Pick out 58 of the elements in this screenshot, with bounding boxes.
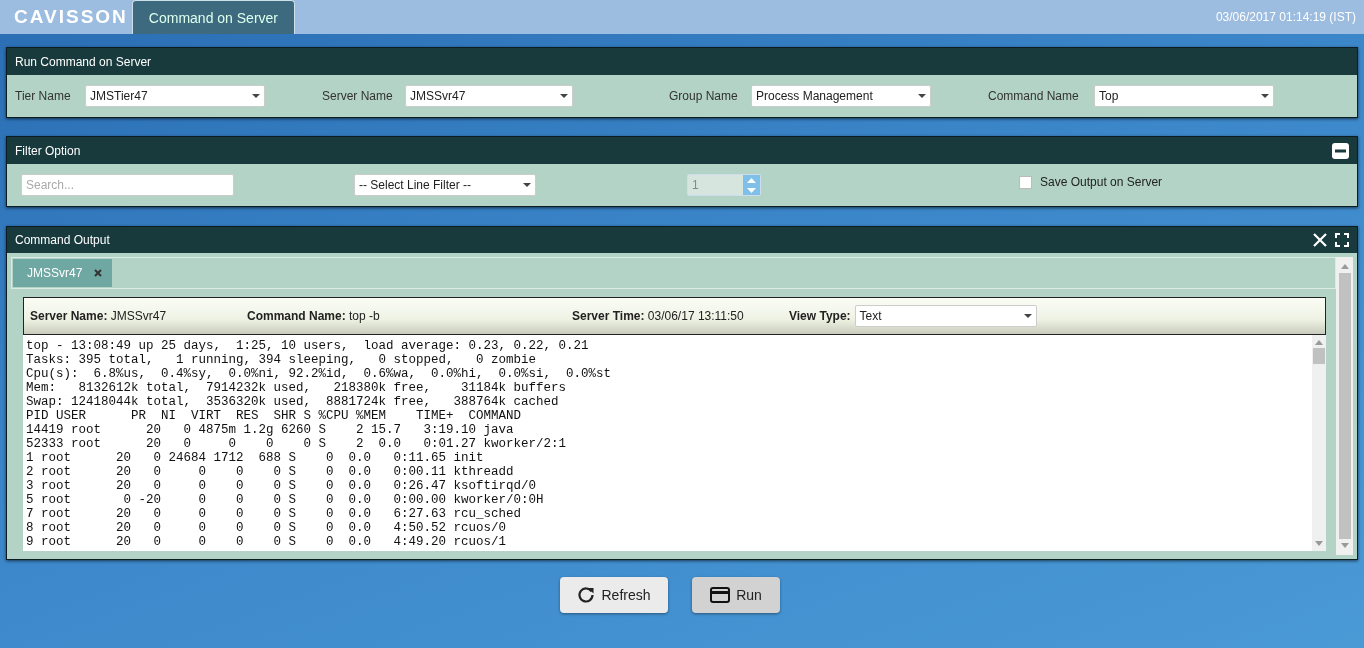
output-line: 8 root 20 0 0 0 0 S 0 0.0 4:50.52 rcuos/0 [26, 521, 508, 535]
field-label: View Type: [789, 308, 851, 325]
field-label: Tier Name [15, 88, 72, 105]
scroll-up-icon[interactable] [1340, 263, 1349, 269]
field-label: Command Name [988, 88, 1080, 105]
fullscreen-icon[interactable] [1335, 233, 1349, 247]
dropdown[interactable]: Process Management [751, 85, 931, 107]
checkbox-label: Save Output on Server [1040, 174, 1163, 191]
scroll-thumb[interactable] [1338, 273, 1351, 539]
dropdown[interactable]: -- Select Line Filter -- [354, 174, 536, 196]
output-line: 9 root 20 0 0 0 0 S 0 0.0 4:49.20 rcuos/1 [26, 535, 508, 549]
output-line: 52333 root 20 0 0 0 0 S 2 0.0 0:01.27 kworker/2:1 [26, 437, 568, 451]
caret-icon [1261, 94, 1269, 98]
caret-icon [523, 183, 531, 187]
info-text: Server Name: JMSSvr47 [30, 308, 168, 325]
scroll-thumb[interactable] [1313, 348, 1325, 364]
card-icon [710, 587, 731, 603]
panel-title: Filter Option [15, 142, 81, 160]
scroll-up-icon[interactable] [1315, 339, 1323, 345]
dropdown[interactable]: Top [1094, 85, 1274, 107]
output-line: 7 root 20 0 0 0 0 S 0 0.0 6:27.63 rcu_sched [26, 507, 523, 521]
field-label: Server Name [322, 88, 394, 105]
caret-icon [1023, 314, 1032, 318]
scroll-down-icon[interactable] [1340, 543, 1349, 549]
action-button[interactable]: Refresh [560, 577, 668, 613]
dropdown[interactable]: JMSSvr47 [405, 85, 573, 107]
output-line: 1 root 20 0 24684 1712 688 S 0 0.0 0:11.65 init [26, 451, 485, 465]
output-line: Tasks: 395 total, 1 running, 394 sleeping, 0 stopped, 0 zombie [26, 353, 538, 367]
action-button[interactable]: Run [692, 577, 780, 613]
field-label: Group Name [669, 88, 739, 105]
output-line: Mem: 8132612k total, 7914232k used, 218380k free, 31184k buffers [26, 381, 568, 395]
dropdown[interactable]: JMSTier47 [85, 85, 265, 107]
search-field[interactable]: Search... [21, 174, 234, 196]
panel-title: Run Command on Server [7, 48, 1357, 75]
scroll-down-icon[interactable] [1315, 541, 1323, 547]
caret-icon [252, 94, 260, 98]
minimize-icon[interactable] [1332, 142, 1349, 159]
panel-title: Command Output [15, 232, 110, 249]
logo: CAVISSON [14, 4, 128, 29]
tab[interactable]: Command on Server [131, 0, 295, 34]
scrollbar[interactable] [1312, 335, 1326, 551]
output-line: Swap: 12418044k total, 3536320k used, 8881724k free, 388764k cached [26, 395, 560, 409]
output-line: top - 13:08:49 up 25 days, 1:25, 10 users, load average: 0.23, 0.22, 0.21 [26, 339, 590, 353]
checkbox[interactable] [1019, 175, 1032, 189]
dropdown[interactable]: Text [854, 305, 1037, 327]
info-text: Command Name: top -b [247, 308, 381, 325]
output-line: 3 root 20 0 0 0 0 S 0 0.0 0:26.47 ksoftirqd/0 [26, 479, 538, 493]
output-line: 14419 root 20 0 4875m 1.2g 6260 S 2 15.7 3:19.10 java [26, 423, 515, 437]
refresh-icon [577, 586, 596, 604]
date-time: 03/06/2017 01:14:19 (IST) [1215, 9, 1357, 26]
scrollbar[interactable] [1336, 257, 1353, 555]
caret-icon [560, 94, 568, 98]
info-text: Server Time: 03/06/17 13:11:50 [572, 308, 745, 325]
output-line: Cpu(s): 6.8%us, 0.4%sy, 0.0%ni, 92.2%id, 0.6%wa, 0.0%hi, 0.0%si, 0.0%st [26, 367, 613, 381]
output-line: 2 root 20 0 0 0 0 S 0 0.0 0:00.11 kthreadd [26, 465, 515, 479]
output-line: 5 root 0 -20 0 0 0 S 0 0.0 0:00.00 kworker/0:0H [26, 493, 545, 507]
output-line: PID USER PR NI VIRT RES SHR S %CPU %MEM TIME+ COMMAND [26, 409, 523, 423]
caret-icon [918, 94, 926, 98]
